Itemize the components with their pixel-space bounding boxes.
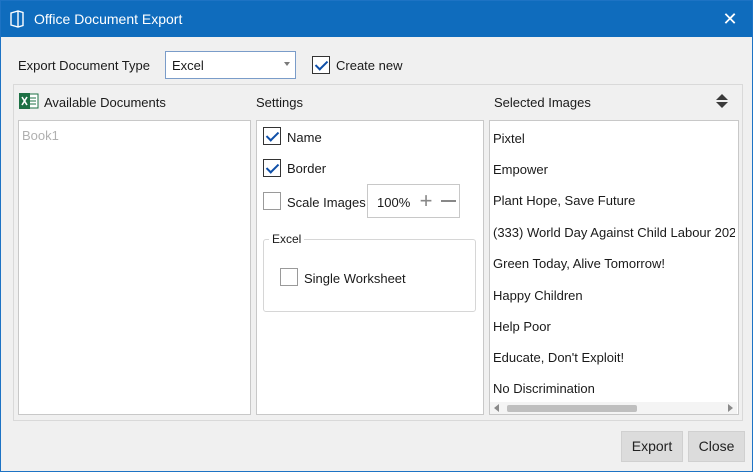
title-bar: Office Document Export ✕ — [1, 1, 752, 37]
scale-images-label: Scale Images — [287, 195, 366, 210]
scale-stepper[interactable]: 100% + — [367, 184, 460, 218]
window-title: Office Document Export — [34, 11, 183, 27]
available-documents-header: Available Documents — [44, 95, 166, 110]
export-dialog: Office Document Export ✕ Export Document… — [0, 0, 753, 472]
sort-updown-icon[interactable] — [715, 94, 729, 108]
excel-icon — [19, 93, 39, 109]
chevron-down-icon — [284, 62, 290, 66]
list-item[interactable]: Happy Children — [493, 288, 583, 303]
single-worksheet-label: Single Worksheet — [304, 271, 406, 286]
border-checkbox[interactable] — [263, 159, 281, 177]
list-item[interactable]: Plant Hope, Save Future — [493, 193, 635, 208]
single-worksheet-checkbox[interactable] — [280, 268, 298, 286]
list-item[interactable]: Help Poor — [493, 319, 551, 334]
create-new-checkbox[interactable] — [312, 56, 330, 74]
border-label: Border — [287, 161, 327, 176]
scale-images-checkbox[interactable] — [263, 192, 281, 210]
list-item[interactable]: (333) World Day Against Child Labour 202… — [493, 225, 735, 240]
office-document-icon — [10, 10, 24, 28]
export-type-select[interactable]: Excel — [165, 51, 296, 79]
scale-value: 100% — [377, 195, 411, 210]
export-button[interactable]: Export — [621, 431, 683, 462]
scrollbar-thumb[interactable] — [507, 405, 637, 412]
create-new-label: Create new — [336, 58, 403, 73]
chevron-left-icon[interactable] — [494, 404, 499, 412]
list-item[interactable]: Empower — [493, 162, 548, 177]
close-icon[interactable]: ✕ — [716, 7, 744, 31]
minus-icon[interactable] — [439, 189, 457, 213]
list-item[interactable]: Pixtel — [493, 131, 525, 146]
chevron-right-icon[interactable] — [728, 404, 733, 412]
close-button[interactable]: Close — [688, 431, 745, 462]
list-item[interactable]: Book1 — [22, 128, 59, 143]
excel-group-title: Excel — [269, 232, 305, 246]
plus-icon[interactable]: + — [417, 189, 435, 213]
export-type-label: Export Document Type — [18, 58, 150, 73]
selected-images-header: Selected Images — [494, 95, 591, 110]
list-item[interactable]: No Discrimination — [493, 381, 595, 396]
settings-header: Settings — [256, 95, 303, 110]
available-documents-list[interactable] — [18, 120, 251, 415]
export-type-value: Excel — [172, 58, 204, 73]
horizontal-scrollbar[interactable] — [490, 402, 737, 414]
name-checkbox[interactable] — [263, 127, 281, 145]
list-item[interactable]: Green Today, Alive Tomorrow! — [493, 256, 665, 271]
name-label: Name — [287, 130, 322, 145]
list-item[interactable]: Educate, Don't Exploit! — [493, 350, 624, 365]
